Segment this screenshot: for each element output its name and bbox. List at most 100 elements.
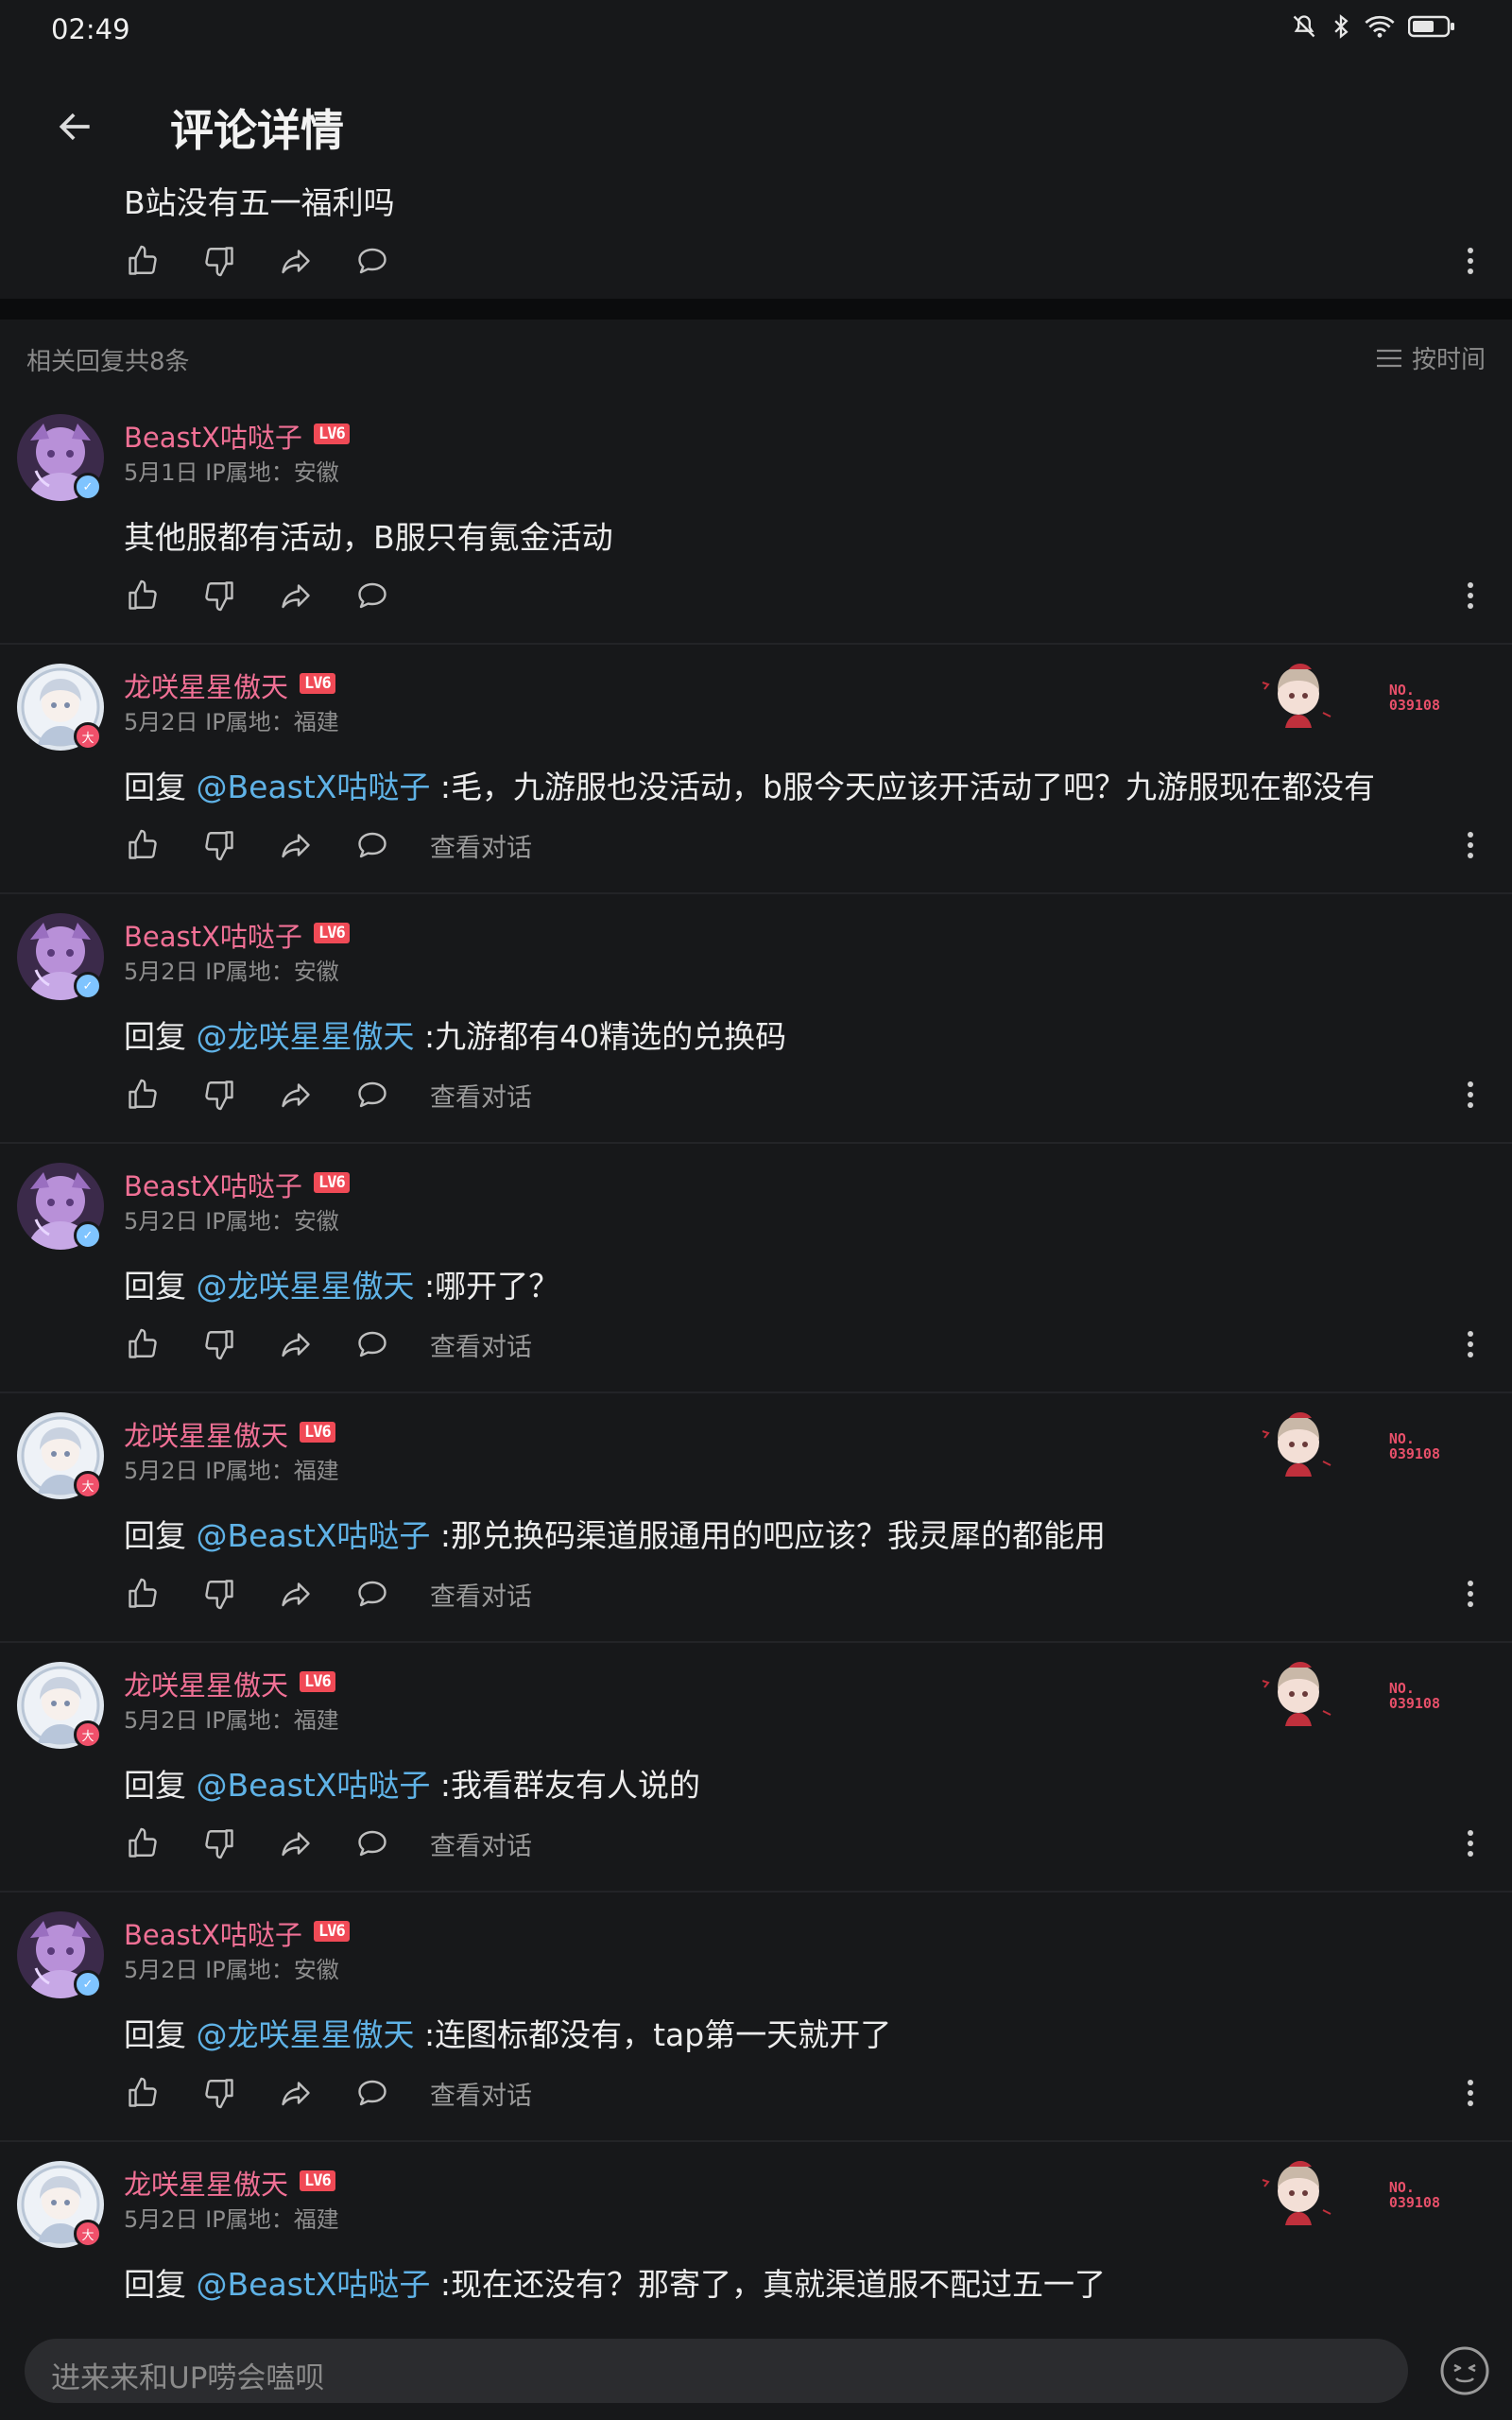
- thumbs-down-icon: [205, 1580, 233, 1610]
- dislike-button[interactable]: [200, 1575, 238, 1613]
- level-badge: LV6: [314, 1921, 350, 1942]
- sort-button[interactable]: 按时间: [1376, 340, 1486, 375]
- more-options-button[interactable]: [1452, 1076, 1489, 1114]
- reply-prefix: 回复: [124, 1268, 197, 1305]
- thumbs-down-icon: [205, 1080, 233, 1111]
- mention-link[interactable]: @BeastX咕哒子: [197, 2266, 431, 2303]
- reply-count: 相关回复共8条: [26, 348, 190, 376]
- share-button[interactable]: [277, 826, 315, 864]
- like-button[interactable]: [124, 2074, 162, 2112]
- share-button[interactable]: [277, 2074, 315, 2112]
- reply-button[interactable]: [353, 242, 391, 280]
- username[interactable]: 龙咲星星傲天: [124, 2163, 288, 2203]
- dislike-button[interactable]: [200, 1824, 238, 1862]
- dislike-button[interactable]: [200, 826, 238, 864]
- like-button[interactable]: [124, 242, 162, 280]
- reply-button[interactable]: [353, 577, 391, 614]
- status-time: 02:49: [51, 13, 130, 45]
- vip-badge-icon: 大: [74, 2220, 102, 2248]
- more-vertical-icon: [1468, 832, 1473, 858]
- view-conversation-link[interactable]: 查看对话: [430, 1077, 532, 1114]
- comment-actions: 查看对话: [124, 1575, 532, 1613]
- share-button[interactable]: [277, 1575, 315, 1613]
- username[interactable]: 龙咲星星傲天: [124, 666, 288, 705]
- emoji-icon: [1440, 2346, 1489, 2395]
- dislike-button[interactable]: [200, 1325, 238, 1363]
- like-button[interactable]: [124, 1824, 162, 1862]
- mention-link[interactable]: @BeastX咕哒子: [197, 1767, 431, 1804]
- like-button[interactable]: [124, 1575, 162, 1613]
- username[interactable]: 龙咲星星傲天: [124, 1664, 288, 1703]
- root-comment-actions: [124, 242, 430, 280]
- more-options-button[interactable]: [1452, 2074, 1489, 2112]
- comment-input-bar: 进来来和UP唠会嗑呗: [0, 2325, 1512, 2420]
- comment-input[interactable]: 进来来和UP唠会嗑呗: [25, 2339, 1408, 2403]
- username[interactable]: BeastX咕哒子: [124, 1165, 302, 1204]
- level-badge: LV6: [300, 1422, 335, 1443]
- thumbs-down-icon: [205, 247, 233, 277]
- view-conversation-link[interactable]: 查看对话: [430, 1326, 532, 1363]
- like-button[interactable]: [124, 826, 162, 864]
- share-button[interactable]: [277, 577, 315, 614]
- comment-body: :我看群友有人说的: [430, 1767, 701, 1804]
- reply-button[interactable]: [353, 1575, 391, 1613]
- mention-link[interactable]: @龙咲星星傲天: [197, 1268, 415, 1305]
- fan-medal-badge: NO. 039108: [1261, 2155, 1440, 2235]
- comment-item: ✓ BeastX咕哒子 LV6 5月1日 IP属地：安徽 其他服都有活动，B服只有氪金活…: [0, 395, 1512, 645]
- reply-button[interactable]: [353, 2074, 391, 2112]
- more-options-button[interactable]: [1452, 577, 1489, 614]
- reply-button[interactable]: [353, 1076, 391, 1114]
- comment-text: 其他服都有活动，B服只有氪金活动: [124, 512, 613, 558]
- view-conversation-link[interactable]: 查看对话: [430, 2075, 532, 2112]
- reply-button[interactable]: [353, 1824, 391, 1862]
- more-vertical-icon: [1468, 248, 1473, 274]
- thumbs-down-icon: [205, 1330, 233, 1360]
- share-button[interactable]: [277, 1325, 315, 1363]
- mention-link[interactable]: @BeastX咕哒子: [197, 1517, 431, 1554]
- like-button[interactable]: [124, 1076, 162, 1114]
- more-options-button[interactable]: [1452, 826, 1489, 864]
- more-options-button[interactable]: [1452, 1575, 1489, 1613]
- view-conversation-link[interactable]: 查看对话: [430, 827, 532, 864]
- more-options-button[interactable]: [1452, 242, 1489, 280]
- comment-text: 回复 @龙咲星星傲天 :连图标都没有，tap第一天就开了: [124, 2010, 891, 2055]
- dislike-button[interactable]: [200, 577, 238, 614]
- reply-button[interactable]: [353, 1325, 391, 1363]
- comment-actions: 查看对话: [124, 826, 532, 864]
- comment-body: :那兑换码渠道服通用的吧应该？我灵犀的都能用: [430, 1517, 1107, 1554]
- comment-item: ✓ BeastX咕哒子 LV6 5月2日 IP属地：安徽 回复 @龙咲星星傲天 :连图标…: [0, 1893, 1512, 2142]
- more-options-button[interactable]: [1452, 1824, 1489, 1862]
- more-vertical-icon: [1468, 1331, 1473, 1357]
- reply-button[interactable]: [353, 826, 391, 864]
- comment-item: ✓ BeastX咕哒子 LV6 5月2日 IP属地：安徽 回复 @龙咲星星傲天 :九游都…: [0, 894, 1512, 1144]
- like-button[interactable]: [124, 577, 162, 614]
- share-button[interactable]: [277, 242, 315, 280]
- mention-link[interactable]: @龙咲星星傲天: [197, 2016, 415, 2053]
- comment-meta: 5月2日 IP属地：安徽: [124, 1208, 339, 1235]
- mention-link[interactable]: @龙咲星星傲天: [197, 1018, 415, 1055]
- view-conversation-link[interactable]: 查看对话: [430, 1825, 532, 1862]
- share-icon: [282, 1832, 310, 1857]
- share-button[interactable]: [277, 1076, 315, 1114]
- view-conversation-link[interactable]: 查看对话: [430, 1576, 532, 1613]
- username[interactable]: 龙咲星星傲天: [124, 1414, 288, 1454]
- back-button[interactable]: [47, 98, 104, 155]
- emoji-button[interactable]: [1438, 2344, 1491, 2397]
- fan-medal-badge: NO. 039108: [1261, 1656, 1440, 1736]
- like-button[interactable]: [124, 1325, 162, 1363]
- dislike-button[interactable]: [200, 1076, 238, 1114]
- reply-prefix: 回复: [124, 2266, 197, 2303]
- fan-badge-image: [1262, 2161, 1332, 2225]
- username[interactable]: BeastX咕哒子: [124, 915, 302, 955]
- more-options-button[interactable]: [1452, 1325, 1489, 1363]
- dislike-button[interactable]: [200, 2074, 238, 2112]
- fan-medal-badge: NO. 039108: [1261, 658, 1440, 737]
- share-button[interactable]: [277, 1824, 315, 1862]
- comment-actions: 查看对话: [124, 1076, 532, 1114]
- level-badge: LV6: [314, 1172, 350, 1193]
- dislike-button[interactable]: [200, 242, 238, 280]
- mention-link[interactable]: @BeastX咕哒子: [197, 769, 431, 805]
- level-badge: LV6: [314, 424, 350, 444]
- username[interactable]: BeastX咕哒子: [124, 416, 302, 456]
- username[interactable]: BeastX咕哒子: [124, 1913, 302, 1953]
